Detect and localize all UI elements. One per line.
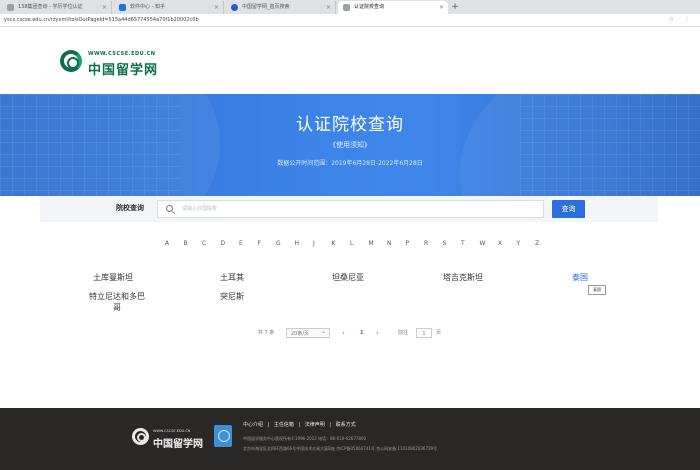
- page-title: 认证院校查询: [296, 115, 404, 135]
- browser-tab-bar: 138集团查询 - 学历学位认证 × 软件中心 - 知乎 × 中国留学网_首页搜…: [0, 0, 700, 14]
- footer-link-legal[interactable]: 法律声明: [305, 422, 325, 428]
- alphabet-letter[interactable]: X: [498, 240, 502, 247]
- goto-suffix: 页: [436, 330, 442, 336]
- footer-logo-name: 中国留学网: [153, 439, 203, 450]
- favicon-icon: [231, 4, 238, 11]
- logo-domain: WWW.CSCSE.EDU.CN: [88, 51, 156, 57]
- alphabet-filter: ABCDEFGHJKLMNPRSTWXYZ: [160, 240, 550, 252]
- footer-separator: |: [267, 422, 270, 428]
- alphabet-letter[interactable]: N: [387, 240, 392, 247]
- logo-ring-icon: [60, 50, 82, 72]
- alphabet-letter[interactable]: J: [313, 240, 315, 247]
- alphabet-letter[interactable]: F: [258, 240, 261, 247]
- footer-logo[interactable]: WWW.CSCSE.EDU.CN 中国留学网: [132, 428, 212, 452]
- site-footer: WWW.CSCSE.EDU.CN 中国留学网 中心介绍 | 主任信箱 | 法律声…: [0, 408, 700, 470]
- search-field[interactable]: [157, 200, 544, 218]
- site-header: WWW.CSCSE.EDU.CN 中国留学网: [0, 28, 700, 94]
- government-badge-icon[interactable]: [214, 425, 232, 447]
- alphabet-letter[interactable]: B: [184, 240, 188, 247]
- close-icon[interactable]: ×: [326, 1, 331, 14]
- logo-name: 中国留学网: [88, 63, 159, 78]
- total-count: 共 7 条: [258, 330, 275, 336]
- close-icon[interactable]: ×: [102, 1, 107, 14]
- alphabet-letter[interactable]: S: [443, 240, 447, 247]
- tab-title: 138集团查询 - 学历学位认证: [18, 4, 83, 10]
- address-bar[interactable]: yscx.cscse.edu.cn/rzyxml/toIsOutPageId=5…: [0, 14, 700, 27]
- search-icon: [166, 205, 173, 212]
- favicon-icon: [7, 4, 14, 11]
- close-icon[interactable]: ×: [214, 1, 219, 14]
- hover-tooltip: 泰国: [588, 285, 606, 295]
- result-item[interactable]: 塔吉克斯坦: [443, 272, 483, 283]
- alphabet-letter[interactable]: E: [239, 240, 243, 247]
- bookmark-star-icon[interactable]: ☆ ⋮: [669, 16, 694, 23]
- prev-page-button[interactable]: ‹: [342, 328, 345, 338]
- url-text[interactable]: yscx.cscse.edu.cn/rzyxml/toIsOutPageId=5…: [4, 16, 199, 25]
- pagination: 共 7 条 20条/页 ‹ 1 › 前往 1 页: [258, 327, 458, 340]
- alphabet-letter[interactable]: M: [369, 240, 374, 247]
- favicon-icon: [343, 4, 350, 11]
- alphabet-letter[interactable]: W: [480, 240, 486, 247]
- favicon-icon: [119, 4, 126, 11]
- hero-banner: 认证院校查询 《使用须知》 数据公开时间范围：2019年6月28日-2022年6…: [0, 94, 700, 196]
- close-icon[interactable]: ×: [439, 1, 444, 14]
- page-number-current[interactable]: 1: [360, 328, 363, 338]
- alphabet-letter[interactable]: Y: [517, 240, 521, 247]
- alphabet-letter[interactable]: H: [295, 240, 300, 247]
- alphabet-letter[interactable]: D: [221, 240, 226, 247]
- browser-tab[interactable]: 中国留学网_首页搜索 ×: [226, 1, 336, 14]
- site-logo[interactable]: WWW.CSCSE.EDU.CN 中国留学网: [60, 48, 170, 78]
- tab-title: 认证院校查询: [354, 4, 385, 10]
- alphabet-letter[interactable]: G: [276, 240, 281, 247]
- next-page-button[interactable]: ›: [376, 328, 379, 338]
- alphabet-letter[interactable]: T: [461, 240, 465, 247]
- search-input[interactable]: [182, 202, 532, 216]
- alphabet-letter[interactable]: L: [350, 240, 353, 247]
- footer-separator: |: [298, 422, 301, 428]
- alphabet-letter[interactable]: K: [332, 240, 336, 247]
- result-item[interactable]: 土耳其: [220, 272, 244, 283]
- tab-title: 软件中心 - 知乎: [130, 4, 165, 10]
- result-item[interactable]: 突尼斯: [220, 291, 244, 302]
- search-bar: 院校查询 查询: [40, 196, 658, 222]
- footer-logo-domain: WWW.CSCSE.EDU.CN: [153, 429, 191, 433]
- footer-links: 中心介绍 | 主任信箱 | 法律声明 | 联系方式: [243, 421, 359, 428]
- logo-ring-icon: [132, 428, 149, 445]
- result-item[interactable]: 坦桑尼亚: [332, 272, 364, 283]
- usage-notice-link[interactable]: 《使用须知》: [0, 140, 700, 150]
- result-item-highlighted[interactable]: 泰国: [572, 272, 588, 283]
- footer-link-mailbox[interactable]: 主任信箱: [274, 422, 294, 428]
- footer-separator: |: [329, 422, 332, 428]
- alphabet-letter[interactable]: C: [202, 240, 206, 247]
- footer-link-contact[interactable]: 联系方式: [336, 422, 356, 428]
- page-size-select[interactable]: 20条/页: [286, 327, 330, 338]
- alphabet-letter[interactable]: A: [165, 240, 169, 247]
- footer-link-about[interactable]: 中心介绍: [243, 422, 263, 428]
- result-item[interactable]: 土库曼斯坦: [93, 272, 133, 283]
- search-label: 院校查询: [116, 204, 144, 212]
- alphabet-letter[interactable]: R: [424, 240, 428, 247]
- browser-tab-active[interactable]: 认证院校查询 ×: [338, 1, 448, 14]
- browser-tab[interactable]: 138集团查询 - 学历学位认证 ×: [2, 1, 112, 14]
- alphabet-letter[interactable]: Z: [535, 240, 539, 247]
- footer-copyright: 中国留学服务中心版权所有©1996-2022 电话：86-010-6267780…: [243, 436, 367, 441]
- new-tab-button[interactable]: +: [448, 1, 462, 14]
- goto-page-input[interactable]: 1: [416, 328, 432, 338]
- search-button[interactable]: 查询: [552, 200, 585, 218]
- goto-label: 前往: [398, 330, 409, 336]
- footer-address: 北京市海淀区北四环西路66号中国技术交易大厦B座 京ICP备05064741号 …: [243, 446, 438, 451]
- alphabet-letter[interactable]: P: [406, 240, 410, 247]
- data-time-range: 数据公开时间范围：2019年6月28日-2022年6月28日: [277, 160, 423, 167]
- browser-tab[interactable]: 软件中心 - 知乎 ×: [114, 1, 224, 14]
- result-item[interactable]: 特立尼达和多巴哥: [88, 291, 146, 313]
- tab-title: 中国留学网_首页搜索: [242, 4, 290, 10]
